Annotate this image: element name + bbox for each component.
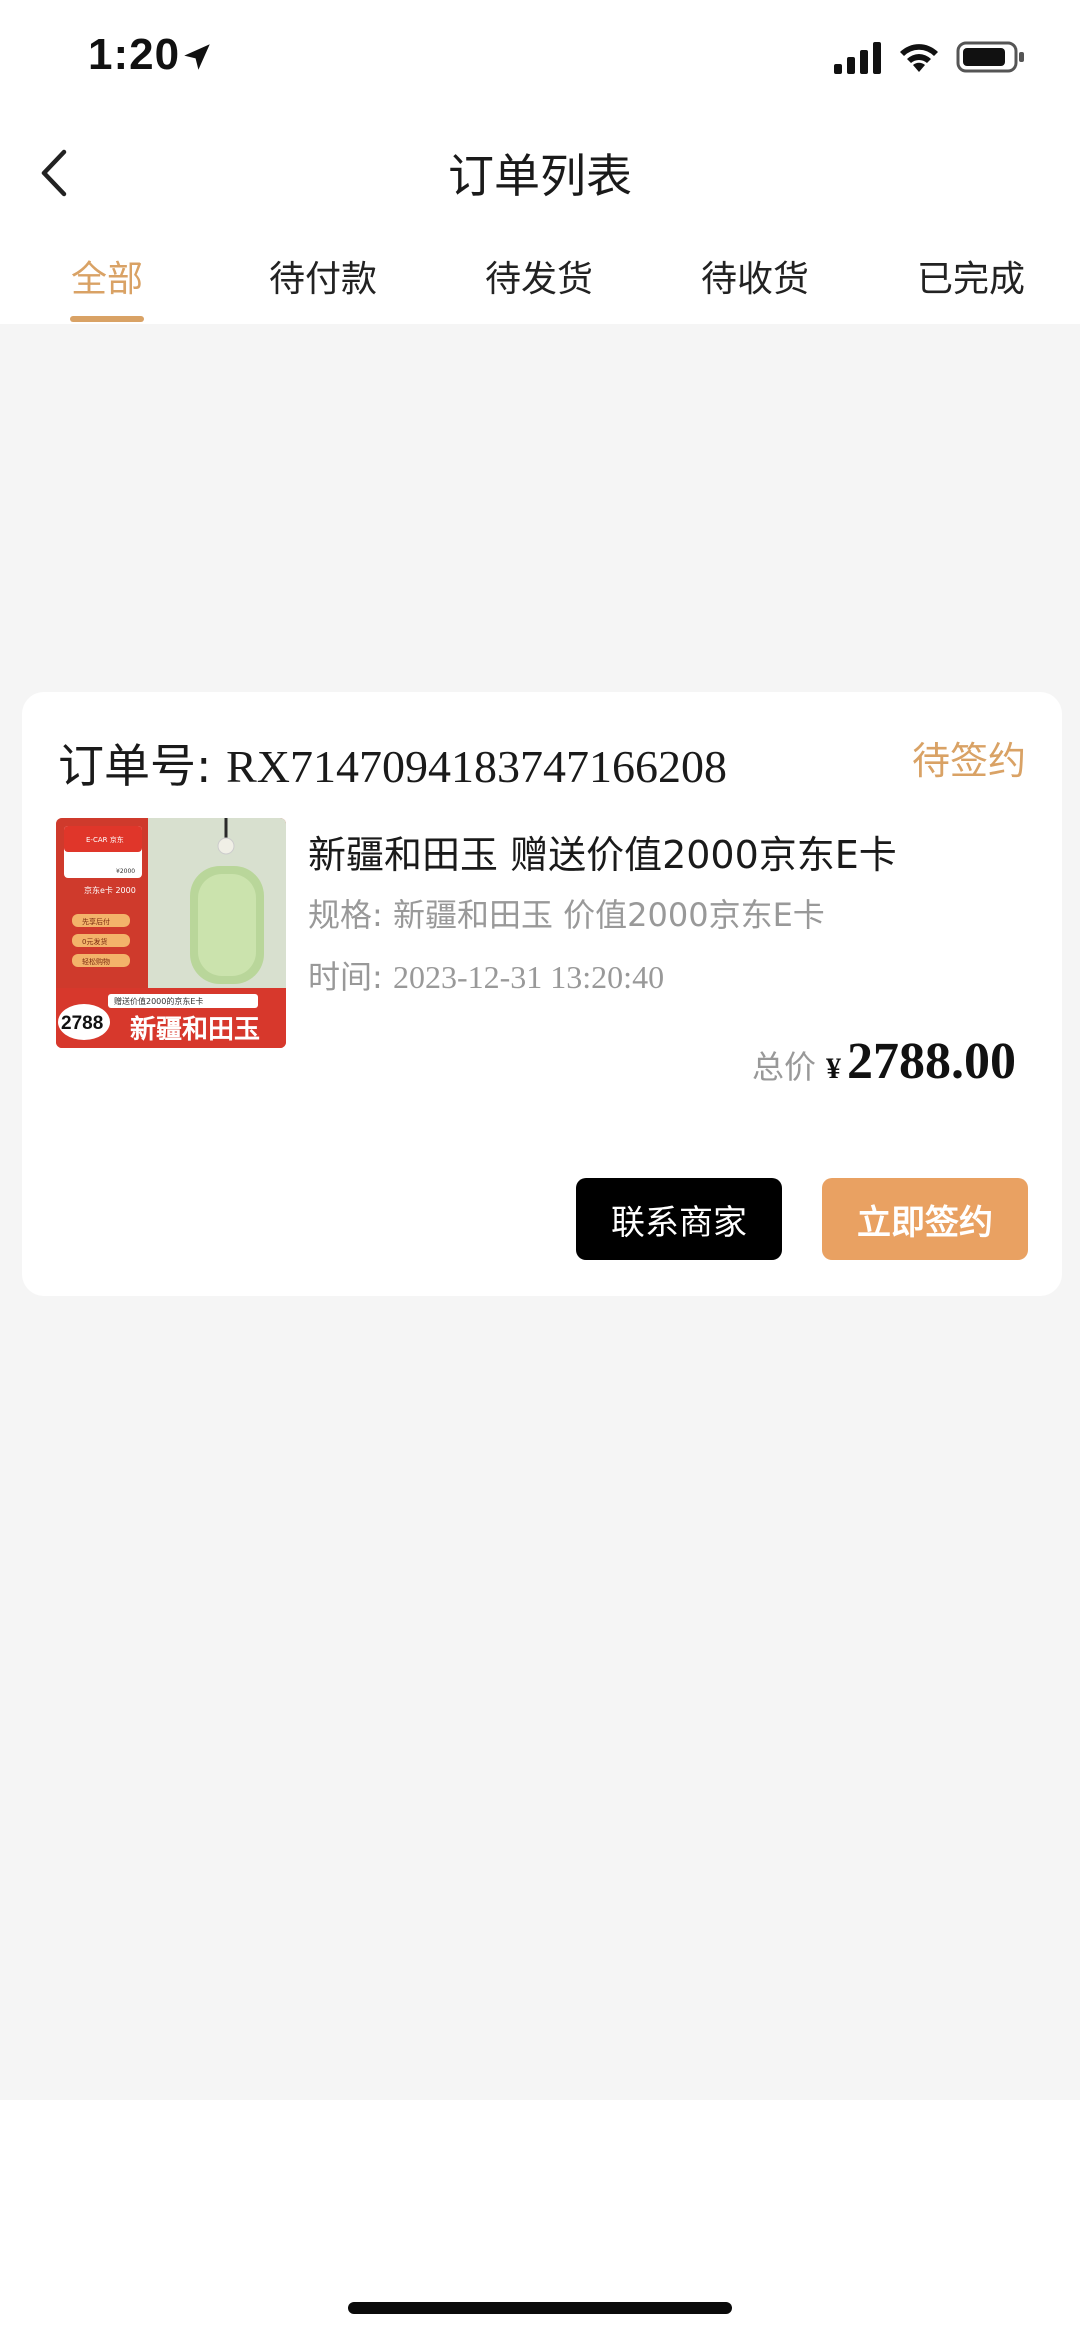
currency-symbol: ¥ <box>826 1052 841 1085</box>
tab-pending-receipt[interactable]: 待收货 <box>675 250 835 324</box>
wifi-icon <box>900 44 938 72</box>
page-title: 订单列表 <box>448 149 632 203</box>
product-thumbnail[interactable]: E-CAR 京东 ¥2000 京东e卡 2000 先享后付 0元发货 轻松购物 … <box>56 818 286 1048</box>
location-arrow-icon <box>184 44 210 70</box>
cellular-signal-icon <box>834 42 881 74</box>
home-indicator[interactable] <box>348 2302 732 2314</box>
thumb-card-name: 京东e卡 2000 <box>84 885 136 895</box>
status-bar: 1:20 <box>0 0 1080 120</box>
status-time: 1:20 <box>88 30 181 79</box>
order-status-badge: 待签约 <box>911 739 1026 783</box>
thumb-banner-small: 赠送价值2000的京东E卡 <box>114 996 203 1006</box>
active-tab-indicator <box>70 316 144 322</box>
tab-completed[interactable]: 已完成 <box>891 250 1051 324</box>
product-spec-value: 新疆和田玉 价值2000京东E卡 <box>392 896 825 934</box>
order-status-tabs: 全部 待付款 待发货 待收货 已完成 <box>0 250 1080 324</box>
thumb-banner-title: 新疆和田玉 <box>130 1014 260 1045</box>
order-number-label: 订单号: <box>58 739 227 793</box>
battery-icon <box>956 41 1024 73</box>
product-spec-label: 规格: <box>308 896 393 934</box>
tab-pending-shipment[interactable]: 待发货 <box>459 250 619 324</box>
total-price-value: 2788.00 <box>847 1033 1016 1090</box>
order-number: 订单号: RX7147094183747166208 <box>58 730 727 796</box>
order-list: 订单号: RX7147094183747166208 待签约 E-CAR 京东 … <box>0 324 1080 2100</box>
thumb-pill-2: 0元发货 <box>82 937 107 946</box>
tab-all[interactable]: 全部 <box>27 250 187 324</box>
thumb-card-value: ¥2000 <box>116 868 135 875</box>
product-title[interactable]: 新疆和田玉 赠送价值2000京东E卡 <box>308 824 897 879</box>
thumb-banner-price: 2788 <box>61 1013 103 1034</box>
order-time: 时间: 2023-12-31 13:20:40 <box>308 952 664 998</box>
thumb-pill-1: 先享后付 <box>82 917 110 926</box>
total-price: 总价 ¥ 2788.00 <box>752 1032 1016 1091</box>
contact-merchant-button[interactable]: 联系商家 <box>576 1178 782 1260</box>
order-number-value: RX7147094183747166208 <box>226 741 728 792</box>
order-time-value: 2023-12-31 13:20:40 <box>392 959 665 995</box>
order-card[interactable]: 订单号: RX7147094183747166208 待签约 E-CAR 京东 … <box>22 692 1062 1296</box>
tab-pending-payment[interactable]: 待付款 <box>243 250 403 324</box>
thumb-pill-3: 轻松购物 <box>82 957 110 966</box>
total-price-label: 总价 <box>751 1048 816 1086</box>
sign-now-button[interactable]: 立即签约 <box>822 1178 1028 1260</box>
product-spec: 规格: 新疆和田玉 价值2000京东E卡 <box>308 890 825 936</box>
thumb-card-brand: E-CAR 京东 <box>86 835 124 844</box>
order-time-label: 时间: <box>308 958 393 996</box>
